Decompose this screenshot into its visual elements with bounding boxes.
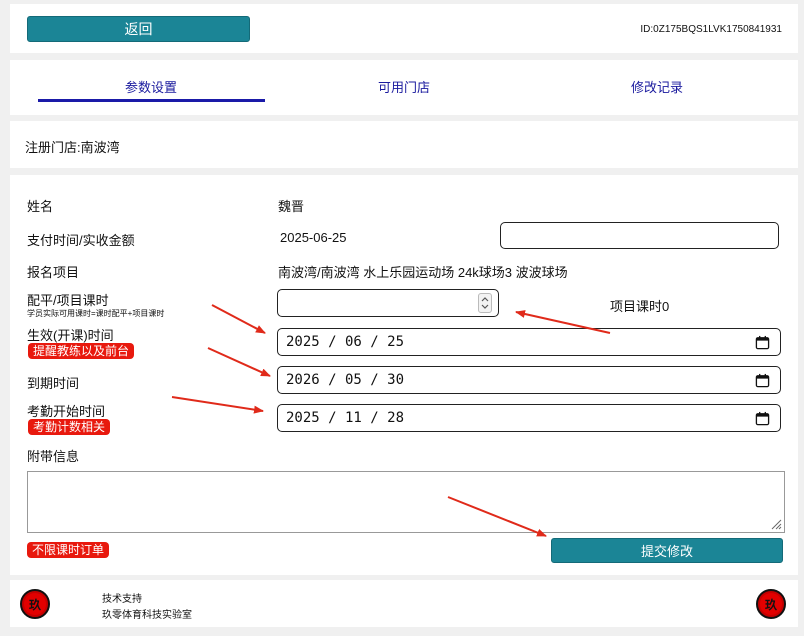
hours-balance-input[interactable] [277,289,499,317]
attendance-start-value: 2025 / 11 / 28 [286,410,405,426]
number-spinner[interactable] [478,293,492,313]
expire-date-label: 到期时间 [27,376,80,391]
tab-change-history[interactable]: 修改记录 [544,77,770,96]
order-form: 姓名 魏晋 支付时间/实收金额 2025-06-25 报名项目 南波湾/南波湾 … [10,175,798,575]
registered-store-section: 注册门店:南波湾 [10,121,798,168]
reminder-badge: 提醒教练以及前台 [28,343,135,359]
notes-label: 附带信息 [27,449,80,464]
project-label: 报名项目 [27,265,80,280]
tab-parameter-settings[interactable]: 参数设置 [38,77,264,96]
notes-textarea[interactable] [27,471,785,533]
unlimited-hours-badge: 不限课时订单 [27,542,110,558]
back-button[interactable]: 返回 [27,16,250,42]
name-label: 姓名 [27,199,54,214]
lab-seal-logo: 玖 [20,589,50,619]
effective-date-value: 2025 / 06 / 25 [286,334,405,350]
calendar-icon[interactable] [755,335,770,350]
attendance-start-input[interactable]: 2025 / 11 / 28 [277,404,781,432]
project-hours: 项目课时0 [610,299,670,314]
tab-available-stores[interactable]: 可用门店 [291,77,517,96]
calendar-icon[interactable] [755,373,770,388]
payment-date: 2025-06-25 [280,230,347,245]
hours-hint: 学员实际可用课时=课时配平+项目课时 [27,309,165,318]
effective-date-label: 生效(开课)时间 [27,328,114,343]
seal-char-right: 玖 [760,593,782,615]
payment-label: 支付时间/实收金额 [27,233,135,248]
hours-label: 配平/项目课时 [27,293,109,308]
expire-date-input[interactable]: 2026 / 05 / 30 [277,366,781,394]
lab-seal-logo-right: 玖 [756,589,786,619]
tab-bar: 参数设置 可用门店 修改记录 [10,60,798,115]
spinner-arrows-icon [481,297,489,309]
submit-button[interactable]: 提交修改 [551,538,783,563]
footer: 玖 技术支持 玖零体育科技实验室 玖 [10,580,798,627]
record-id: ID:0Z175BQS1LVK1750841931 [640,24,782,35]
amount-input[interactable] [500,222,779,249]
attendance-start-label: 考勤开始时间 [27,404,106,419]
top-bar: 返回 ID:0Z175BQS1LVK1750841931 [10,4,798,53]
effective-date-input[interactable]: 2025 / 06 / 25 [277,328,781,356]
lab-name: 玖零体育科技实验室 [102,610,192,621]
name-value: 魏晋 [278,199,305,214]
seal-char: 玖 [24,593,46,615]
tech-support-label: 技术支持 [102,594,142,605]
registered-store: 注册门店:南波湾 [25,140,120,155]
expire-date-value: 2026 / 05 / 30 [286,372,405,388]
calendar-icon[interactable] [755,411,770,426]
active-tab-indicator [38,99,265,102]
attendance-badge: 考勤计数相关 [28,419,111,435]
resize-grip-icon[interactable] [770,518,782,530]
project-value: 南波湾/南波湾 水上乐园运动场 24k球场3 波波球场 [278,265,568,280]
